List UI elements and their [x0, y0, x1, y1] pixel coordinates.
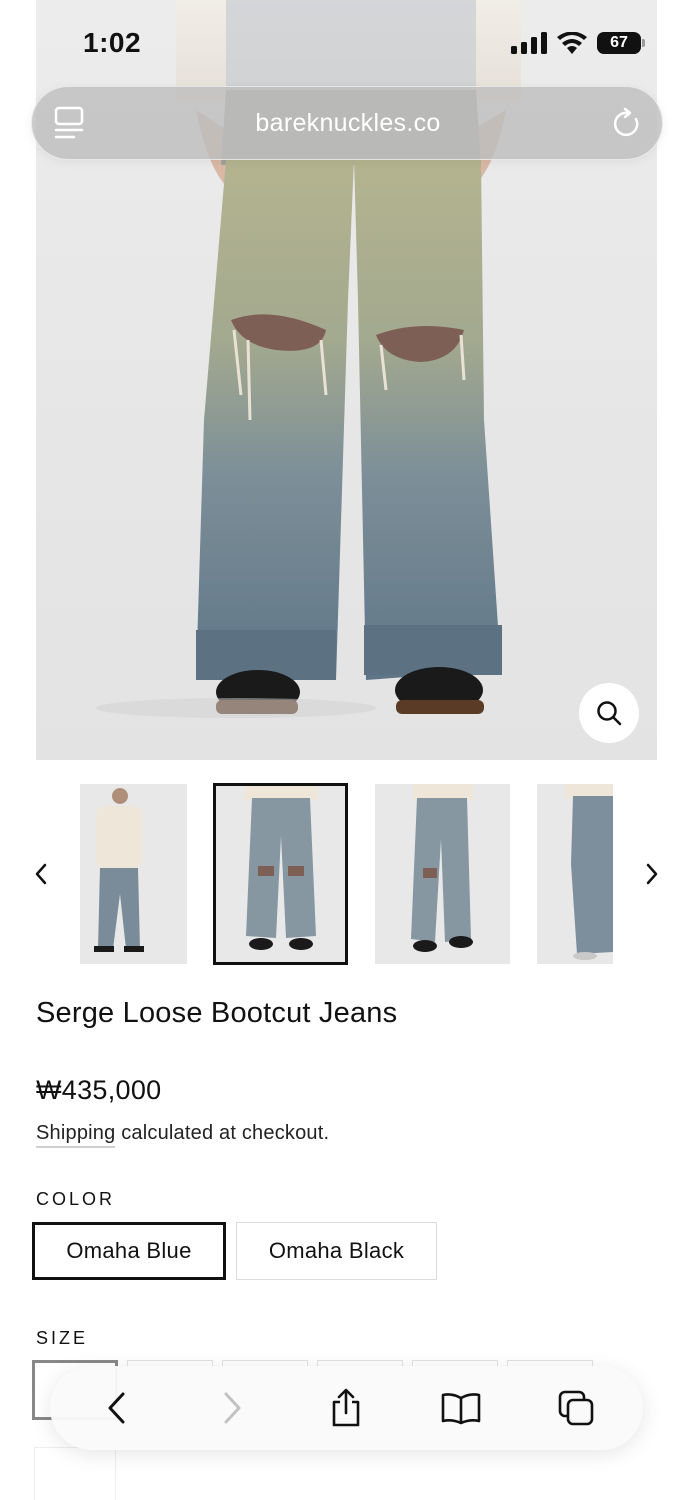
thumbnail-4-image	[565, 784, 613, 960]
thumbnail-next-button[interactable]	[640, 862, 664, 886]
tab-switcher-button[interactable]	[546, 1378, 606, 1438]
thumbnail-carousel	[0, 783, 693, 966]
battery-level: 67	[597, 32, 641, 54]
status-icons: 67	[511, 32, 645, 54]
thumbnail-1-image	[94, 788, 144, 952]
browser-toolbar	[50, 1366, 643, 1450]
battery-cap	[642, 39, 645, 47]
thumbnail-4[interactable]	[537, 784, 613, 964]
address-url[interactable]: bareknuckles.co	[255, 109, 440, 138]
color-option-omaha-black[interactable]: Omaha Black	[236, 1222, 437, 1280]
thumbnail-1[interactable]	[80, 784, 187, 964]
book-icon	[441, 1393, 481, 1425]
wifi-icon	[557, 32, 587, 54]
thumbnail-2[interactable]	[213, 783, 348, 965]
thumbnail-prev-button[interactable]	[29, 862, 53, 886]
forward-icon	[224, 1392, 241, 1424]
shipping-note: Shipping calculated at checkout.	[36, 1122, 330, 1148]
chevron-right-icon	[646, 863, 658, 885]
color-option-omaha-blue[interactable]: Omaha Blue	[32, 1222, 226, 1280]
status-bar: 1:02 67	[0, 0, 693, 86]
share-button[interactable]	[316, 1378, 376, 1438]
thumbnail-2-image	[244, 786, 318, 950]
chevron-left-icon	[35, 863, 47, 885]
forward-button[interactable]	[202, 1378, 262, 1438]
back-button[interactable]	[87, 1378, 147, 1438]
thumbnail-3-image	[411, 784, 473, 952]
tabs-switcher-icon	[558, 1390, 593, 1426]
color-label: COLOR	[36, 1189, 116, 1209]
address-bar[interactable]: bareknuckles.co	[31, 86, 663, 160]
battery-indicator: 67	[597, 32, 645, 54]
magnifier-icon	[597, 701, 622, 726]
size-label: SIZE	[36, 1328, 89, 1348]
bookmarks-button[interactable]	[431, 1378, 491, 1438]
tabs-icon[interactable]	[54, 106, 84, 140]
product-title: Serge Loose Bootcut Jeans	[36, 997, 398, 1029]
size-option-partial[interactable]	[34, 1447, 116, 1500]
shipping-link[interactable]: Shipping	[36, 1122, 116, 1148]
thumbnail-3[interactable]	[375, 784, 510, 964]
shipping-note-text: calculated at checkout.	[115, 1122, 330, 1144]
product-price: ₩435,000	[36, 1075, 162, 1105]
back-icon	[108, 1392, 125, 1424]
cellular-signal-icon	[511, 32, 547, 54]
reload-icon[interactable]	[612, 107, 642, 139]
status-time: 1:02	[83, 27, 142, 58]
zoom-button[interactable]	[579, 683, 639, 743]
share-icon	[333, 1388, 360, 1427]
